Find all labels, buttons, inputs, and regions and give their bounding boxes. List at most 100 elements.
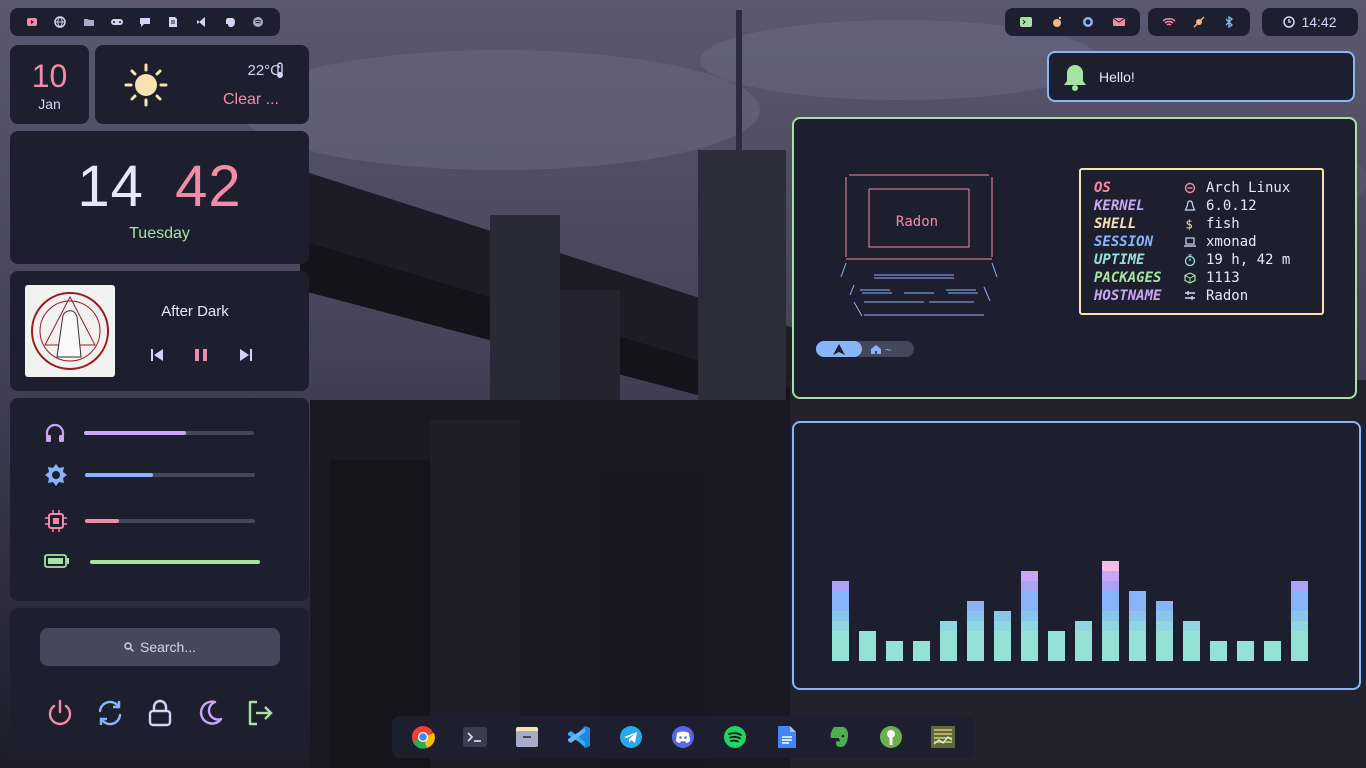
arch-icon	[833, 343, 845, 355]
visualizer-bar	[1264, 641, 1281, 661]
fetch-key: SHELL	[1094, 216, 1137, 232]
globe-icon[interactable]	[46, 11, 74, 33]
vscode-icon[interactable]	[566, 724, 592, 750]
visualizer-bar	[1237, 641, 1254, 661]
date-widget: 10 Jan	[10, 45, 89, 124]
album-art	[25, 285, 115, 377]
document-icon[interactable]	[159, 11, 187, 33]
lock-icon[interactable]	[145, 698, 175, 728]
dock	[392, 716, 974, 758]
bluetooth-icon[interactable]	[1215, 11, 1243, 33]
battery-icon	[44, 554, 69, 568]
fetch-key: UPTIME	[1094, 252, 1145, 268]
brightness-icon	[45, 464, 67, 486]
prompt-path: ~	[885, 342, 892, 356]
spotify-icon[interactable]	[722, 724, 748, 750]
laptop-icon	[1184, 237, 1196, 247]
weather-condition: Clear ...	[222, 91, 279, 108]
previous-icon[interactable]	[151, 349, 163, 361]
visualizer-bar	[1075, 621, 1092, 661]
timer-icon	[1184, 254, 1196, 266]
bell-icon	[1064, 64, 1086, 91]
fetch-value: 19 h, 42 m	[1206, 252, 1291, 268]
dollar-icon: $	[1186, 218, 1193, 230]
topbar-clock[interactable]: 14:42	[1262, 8, 1358, 36]
visualizer-bar	[1210, 641, 1227, 661]
fetch-key: OS	[1094, 180, 1111, 196]
cpu-icon	[45, 510, 67, 532]
logout-icon[interactable]	[245, 698, 275, 728]
evernote-icon[interactable]	[216, 11, 244, 33]
fetch-key: KERNEL	[1094, 198, 1145, 214]
notification[interactable]: Hello!	[1047, 51, 1355, 102]
brightness-slider[interactable]	[85, 473, 255, 477]
topbar-clock-text: 14:42	[1301, 14, 1337, 30]
search-placeholder: Search...	[139, 639, 197, 655]
fetch-value: Arch Linux	[1206, 180, 1291, 196]
power-icon[interactable]	[45, 698, 75, 728]
discord-icon[interactable]	[670, 724, 696, 750]
shell-prompt: ~	[816, 341, 914, 357]
pause-icon[interactable]	[194, 349, 208, 361]
fetch-key: PACKAGES	[1094, 270, 1162, 286]
package-icon	[1184, 272, 1196, 284]
evernote-icon[interactable]	[826, 724, 852, 750]
visualizer-bar	[1183, 621, 1200, 661]
song-title: After Dark	[161, 303, 229, 320]
github-icon[interactable]	[1074, 11, 1102, 33]
gamepad-icon[interactable]	[103, 11, 131, 33]
volume-slider[interactable]	[84, 431, 254, 435]
visualizer-bar	[832, 581, 849, 661]
clock-hour: 14	[77, 154, 144, 219]
taskmanager-icon[interactable]	[930, 724, 956, 750]
visualizer-bar	[859, 631, 876, 661]
weather-widget: 22°C Clear ...	[95, 45, 309, 124]
chrome-icon[interactable]	[410, 724, 436, 750]
thermometer-icon	[277, 62, 283, 78]
terminal-icon[interactable]	[1012, 11, 1040, 33]
topbar-apps	[1005, 8, 1140, 36]
notification-text: Hello!	[1099, 68, 1135, 85]
fetch-row: HOSTNAME Radon	[1094, 287, 1310, 305]
next-icon[interactable]	[240, 349, 252, 361]
search-icon	[124, 642, 134, 652]
clock-minute: 42	[175, 154, 242, 219]
terminal-icon[interactable]	[462, 724, 488, 750]
keepass-icon[interactable]	[878, 724, 904, 750]
visualizer-bar	[1102, 561, 1119, 661]
music-widget: After Dark	[10, 271, 309, 391]
sleep-icon[interactable]	[195, 698, 225, 728]
fetch-value: Radon	[1206, 288, 1249, 304]
telegram-icon[interactable]	[618, 724, 644, 750]
visualizer-bar	[886, 641, 903, 661]
visualizer-bar	[1021, 571, 1038, 661]
visualizer-bar	[1291, 581, 1308, 661]
wifi-icon[interactable]	[1155, 11, 1183, 33]
chat-icon[interactable]	[131, 11, 159, 33]
fetch-terminal: Radon ~ OS Arch Linux KERNEL 6.0.12 SHELL $ fi…	[792, 117, 1357, 399]
headphones-icon	[45, 423, 65, 442]
visualizer-bar	[994, 611, 1011, 661]
folder-icon[interactable]	[75, 11, 103, 33]
fetch-value: xmonad	[1206, 234, 1257, 250]
reboot-icon[interactable]	[95, 698, 125, 728]
cpu-slider	[85, 519, 255, 523]
search-input[interactable]: Search...	[40, 628, 280, 666]
topbar-launcher	[10, 8, 280, 36]
vscode-icon[interactable]	[188, 11, 216, 33]
battery-slider	[90, 560, 260, 564]
spotify-icon[interactable]	[244, 11, 272, 33]
youtube-icon[interactable]	[18, 11, 46, 33]
arch-icon	[1184, 182, 1196, 194]
sun-off-icon[interactable]	[1185, 11, 1213, 33]
fetch-row: UPTIME 19 h, 42 m	[1094, 251, 1310, 269]
mail-icon[interactable]	[1105, 11, 1133, 33]
reddit-icon[interactable]	[1043, 11, 1071, 33]
docs-icon[interactable]	[774, 724, 800, 750]
tux-icon	[1184, 200, 1196, 211]
arch-prompt-segment	[816, 341, 862, 357]
fetch-value: 1113	[1206, 270, 1240, 286]
files-icon[interactable]	[514, 724, 540, 750]
visualizer-bar	[1156, 601, 1173, 661]
sliders-icon	[1185, 291, 1195, 300]
